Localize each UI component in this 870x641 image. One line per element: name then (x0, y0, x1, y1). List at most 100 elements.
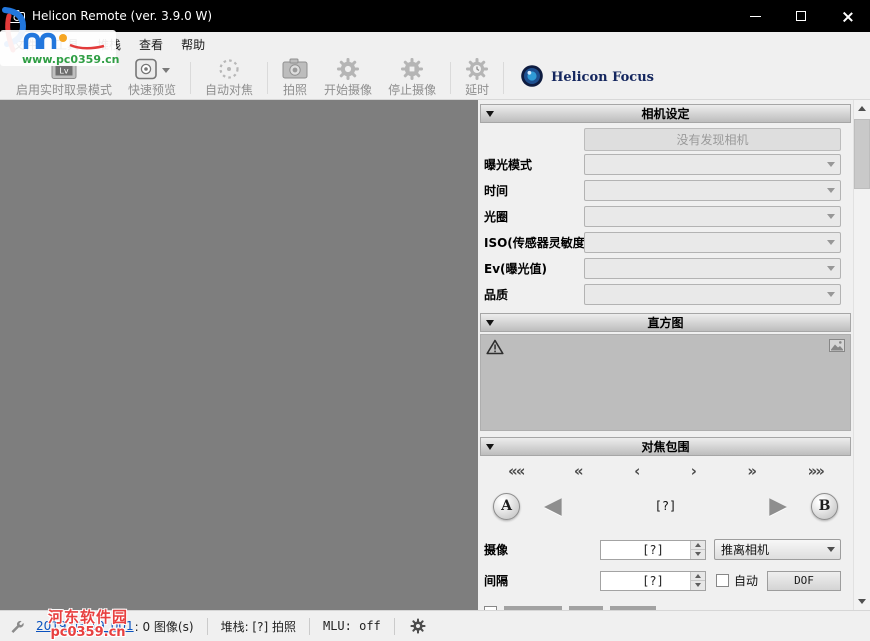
stepper-up-button[interactable] (691, 572, 705, 582)
ev-combobox[interactable] (584, 258, 841, 279)
image-icon[interactable] (829, 339, 845, 355)
scroll-down-button[interactable] (854, 593, 870, 610)
step-medium-toward-a-button[interactable]: « (574, 463, 584, 479)
shots-label: 摄像 (484, 541, 600, 558)
iso-combobox[interactable] (584, 232, 841, 253)
shots-row: 摄像 [?] 推离相机 (478, 536, 853, 563)
step-far-toward-a-button[interactable]: «« (508, 463, 523, 479)
stack-status: 堆栈: [?] 拍照 (221, 618, 296, 635)
ab-point-row: A ◀ [?] ▶ B (478, 486, 853, 526)
quality-combobox[interactable] (584, 284, 841, 305)
status-separator (207, 618, 208, 635)
start-video-button[interactable]: 开始摄像 (316, 58, 380, 98)
window-controls (732, 0, 870, 32)
helicon-remote-window: Helicon Remote (ver. 3.9.0 W) 文件 工具 堆栈 查… (0, 0, 870, 641)
histogram-header[interactable]: 直方图 (480, 313, 851, 332)
stop-video-gear-icon (400, 57, 424, 84)
menu-view[interactable]: 查看 (130, 32, 172, 56)
focus-bracketing-header[interactable]: 对焦包围 (480, 437, 851, 456)
stepper-down-button[interactable] (691, 550, 705, 559)
chevron-down-icon (827, 240, 835, 245)
aperture-combobox[interactable] (584, 206, 841, 227)
auto-checkbox[interactable] (716, 574, 729, 587)
watermark-box: www.pc0359.cn (0, 30, 116, 66)
helicon-focus-button[interactable]: Helicon Focus (510, 58, 664, 98)
close-button[interactable] (824, 0, 870, 32)
interval-stepper[interactable]: [?] (600, 571, 706, 591)
quick-preview-dropdown-icon[interactable] (162, 68, 170, 73)
settings-gear-icon[interactable] (410, 618, 426, 634)
scrollbar-thumb[interactable] (854, 119, 870, 189)
panel-scrollbar[interactable] (853, 100, 870, 610)
toolbar: Lv 启用实时取景模式 快速预览 (0, 56, 870, 100)
image-count: : 0 图像(s) (135, 618, 194, 635)
chevron-up-icon (695, 574, 701, 578)
interval-value: [?] (642, 574, 664, 588)
step-far-toward-b-button[interactable]: »» (808, 463, 823, 479)
histogram-section: 直方图 (478, 313, 853, 431)
timelapse-button[interactable]: 延时 (457, 58, 497, 98)
minimize-button[interactable] (732, 0, 778, 32)
set-point-b-button[interactable]: B (811, 493, 838, 520)
step-medium-toward-b-button[interactable]: » (747, 463, 757, 479)
set-point-a-button[interactable]: A (493, 493, 520, 520)
aperture-row: 光圈 (478, 203, 853, 229)
shots-stepper[interactable]: [?] (600, 540, 706, 560)
settings-panel: 相机设定 没有发现相机 曝光模式 时间 光圈 (478, 100, 853, 610)
dof-button[interactable]: DOF (767, 571, 841, 591)
chevron-down-icon (695, 552, 701, 556)
exposure-mode-combobox[interactable] (584, 154, 841, 175)
focus-position-value: [?] (562, 499, 770, 513)
step-small-toward-b-button[interactable]: › (691, 463, 697, 479)
watermark-m-icon (22, 31, 108, 50)
camera-settings-title: 相机设定 (641, 105, 689, 122)
svg-text:Lv: Lv (59, 66, 68, 75)
step-small-toward-a-button[interactable]: ‹ (634, 463, 640, 479)
stepper-down-button[interactable] (691, 581, 705, 590)
autofocus-button[interactable]: 自动对焦 (197, 58, 261, 98)
auto-checkbox-label: 自动 (734, 572, 758, 589)
stepper-buttons (690, 541, 705, 559)
exposure-mode-label: 曝光模式 (484, 156, 584, 173)
collapse-triangle-icon (486, 111, 494, 117)
autofocus-label: 自动对焦 (205, 84, 253, 97)
stop-video-button[interactable]: 停止摄像 (380, 58, 444, 98)
warning-icon (486, 339, 504, 358)
window-title: Helicon Remote (ver. 3.9.0 W) (32, 9, 212, 23)
direction-combobox[interactable]: 推离相机 (714, 539, 841, 560)
main-area: 相机设定 没有发现相机 曝光模式 时间 光圈 (0, 100, 870, 610)
session-folder-link[interactable]: 2019.03.19_001 (36, 619, 134, 633)
stop-video-label: 停止摄像 (388, 84, 436, 97)
stepper-buttons (690, 572, 705, 590)
no-camera-button: 没有发现相机 (584, 128, 841, 151)
iso-row: ISO(传感器灵敏度) (478, 229, 853, 255)
minimize-icon (750, 16, 761, 17)
chevron-down-icon (858, 599, 866, 604)
toolbar-separator (267, 62, 268, 94)
move-to-a-arrow-button[interactable]: ◀ (544, 495, 562, 518)
move-to-b-arrow-button[interactable]: ▶ (769, 495, 787, 518)
camera-settings-section: 相机设定 没有发现相机 曝光模式 时间 光圈 (478, 104, 853, 307)
stepper-up-button[interactable] (691, 541, 705, 551)
shoot-button[interactable]: 拍照 (274, 58, 316, 98)
titlebar: Helicon Remote (ver. 3.9.0 W) (0, 0, 870, 32)
focus-bracketing-title: 对焦包围 (641, 438, 689, 455)
live-view-label: 启用实时取景模式 (16, 84, 112, 97)
camera-settings-header[interactable]: 相机设定 (480, 104, 851, 123)
menu-help[interactable]: 帮助 (172, 32, 214, 56)
quick-preview-icon (134, 58, 158, 83)
chevron-up-icon (695, 543, 701, 547)
shutter-time-combobox[interactable] (584, 180, 841, 201)
timelapse-label: 延时 (465, 84, 489, 97)
interval-row: 间隔 [?] 自动 DOF (478, 567, 853, 594)
maximize-button[interactable] (778, 0, 824, 32)
ev-row: Ev(曝光值) (478, 255, 853, 281)
scroll-up-button[interactable] (854, 100, 870, 117)
collapse-triangle-icon (486, 444, 494, 450)
quick-preview-button[interactable]: 快速预览 (120, 58, 184, 98)
wrench-icon[interactable] (9, 618, 25, 634)
direction-value: 推离相机 (721, 541, 769, 558)
status-separator (309, 618, 310, 635)
start-video-gear-icon (336, 57, 360, 84)
toolbar-separator (190, 62, 191, 94)
